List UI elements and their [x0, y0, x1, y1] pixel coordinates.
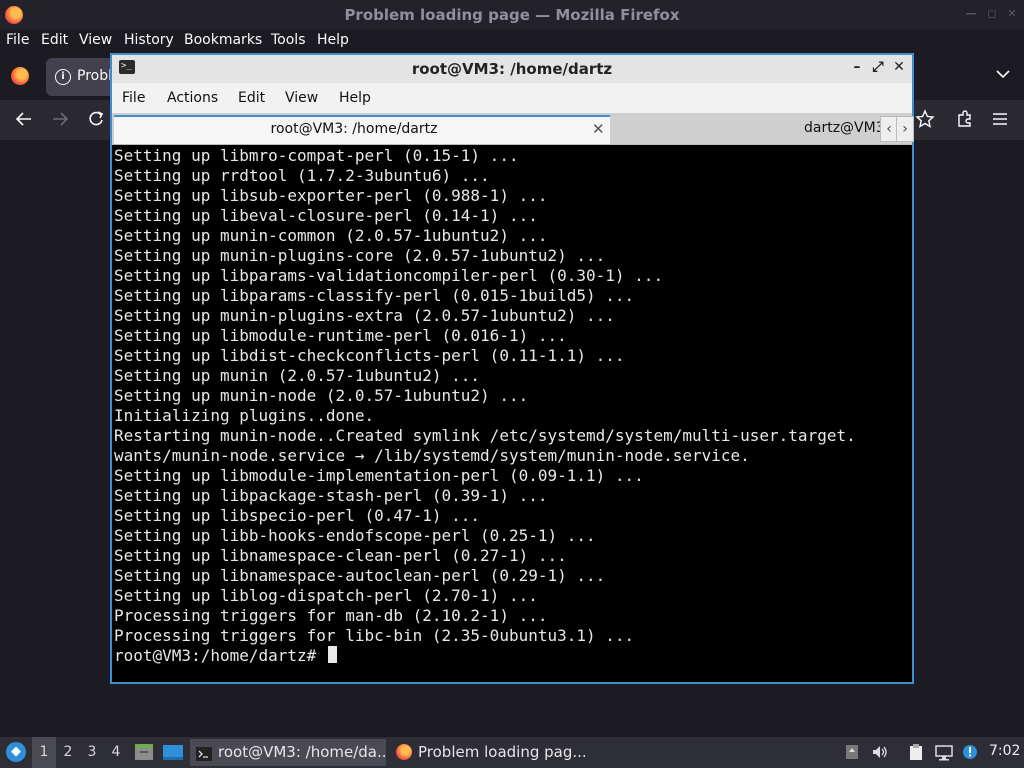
network-icon[interactable]	[935, 743, 953, 761]
volume-icon[interactable]	[871, 743, 889, 761]
terminal-line: Setting up libnamespace-autoclean-perl (…	[114, 566, 606, 585]
menu-history[interactable]: History	[124, 32, 174, 48]
terminal-line: Setting up libpackage-stash-perl (0.39-1…	[114, 486, 548, 505]
terminal-line: Processing triggers for libc-bin (2.35-0…	[114, 626, 635, 645]
terminal-line: Setting up libmodule-runtime-perl (0.016…	[114, 326, 567, 345]
terminal-close-icon[interactable]: ✕	[891, 59, 907, 75]
text-cursor	[327, 646, 337, 663]
terminal-line: Setting up munin-plugins-core (2.0.57-1u…	[114, 246, 606, 265]
terminal-menu-file[interactable]: File	[122, 90, 145, 106]
terminal-window-title: root@VM3: /home/dartz	[411, 60, 613, 78]
taskbar-terminal-label: root@VM3: /home/da...	[218, 743, 386, 761]
menu-tools[interactable]: Tools	[271, 32, 306, 48]
terminal-tab-root[interactable]: root@VM3: /home/dartz ✕	[114, 115, 610, 144]
terminal-menu-actions[interactable]: Actions	[167, 90, 218, 106]
workspace-3[interactable]: 3	[80, 737, 104, 768]
start-menu-icon[interactable]: ◆	[6, 742, 26, 762]
firefox-titlebar: Problem loading page — Mozilla Firefox —…	[0, 0, 1024, 30]
terminal-line: Processing triggers for man-db (2.10.2-1…	[114, 606, 548, 625]
terminal-line: Setting up libdist-checkconflicts-perl (…	[114, 346, 625, 365]
terminal-line: Setting up rrdtool (1.7.2-3ubuntu6) ...	[114, 166, 490, 185]
reload-icon[interactable]	[86, 109, 106, 134]
menu-help[interactable]: Help	[317, 32, 349, 48]
taskbar: ◆ 1 2 3 4 root@VM3: /home/da... Problem …	[0, 737, 1024, 768]
terminal-output[interactable]: Setting up libmro-compat-perl (0.15-1) .…	[114, 146, 910, 682]
terminal-line: Initializing plugins..done.	[114, 406, 375, 425]
terminal-line: Setting up libeval-closure-perl (0.14-1)…	[114, 206, 538, 225]
menu-file[interactable]: File	[6, 32, 29, 48]
taskbar-terminal[interactable]: root@VM3: /home/da...	[190, 739, 386, 766]
terminal-prompt-line[interactable]: root@VM3:/home/dartz#	[114, 646, 910, 666]
terminal-line: Setting up liblog-dispatch-perl (2.70-1)…	[114, 586, 538, 605]
terminal-line: Setting up libnamespace-clean-perl (0.27…	[114, 546, 567, 565]
terminal-line: Setting up libspecio-perl (0.47-1) ...	[114, 506, 481, 525]
terminal-line: Setting up munin-node (2.0.57-1ubuntu2) …	[114, 386, 529, 405]
menu-view[interactable]: View	[79, 32, 112, 48]
terminal-line: Setting up libmro-compat-perl (0.15-1) .…	[114, 146, 519, 165]
firefox-menubar: File Edit View History Bookmarks Tools H…	[0, 30, 1024, 52]
terminal-tab-label: root@VM3: /home/dartz	[270, 121, 438, 137]
extensions-icon[interactable]	[955, 109, 975, 134]
tab-scroll-right-icon[interactable]: ›	[896, 116, 914, 142]
close-icon[interactable]: ✕	[1006, 8, 1018, 20]
terminal-line: wants/munin-node.service → /lib/systemd/…	[114, 446, 750, 465]
terminal-menu-help[interactable]: Help	[339, 90, 371, 106]
minimize-icon[interactable]: —	[965, 8, 977, 20]
clipboard-icon[interactable]	[907, 743, 925, 761]
terminal-line: Restarting munin-node..Created symlink /…	[114, 426, 856, 445]
back-icon[interactable]	[14, 109, 34, 134]
terminal-menubar: File Actions Edit View Help	[112, 83, 912, 113]
terminal-line: Setting up libmodule-implementation-perl…	[114, 466, 644, 485]
firefox-task-icon	[396, 744, 412, 760]
firefox-window-title: Problem loading page — Mozilla Firefox	[344, 6, 680, 24]
list-all-tabs-chevron-icon[interactable]	[996, 67, 1010, 83]
terminal-menu-view[interactable]: View	[285, 90, 318, 106]
firefox-view-icon[interactable]	[11, 67, 29, 85]
desktop: Problem loading page — Mozilla Firefox —…	[0, 0, 1024, 768]
terminal-line: Setting up libparams-validationcompiler-…	[114, 266, 664, 285]
taskbar-firefox[interactable]: Problem loading pag...	[390, 739, 586, 766]
workspace-4[interactable]: 4	[104, 737, 128, 768]
terminal-task-icon	[196, 744, 212, 761]
shell-prompt: root@VM3:/home/dartz#	[114, 646, 326, 665]
file-manager-icon[interactable]	[134, 743, 154, 761]
terminal-menu-edit[interactable]: Edit	[238, 90, 265, 106]
tray-indicator-icon[interactable]	[843, 743, 861, 761]
terminal-tab-label: dartz@VM3: ~	[804, 120, 880, 136]
menu-edit[interactable]: Edit	[41, 32, 68, 48]
update-notifier-icon[interactable]	[961, 743, 979, 761]
terminal-line: Setting up libparams-classify-perl (0.01…	[114, 286, 635, 305]
tab-close-icon[interactable]: ✕	[592, 120, 605, 138]
terminal-line: Setting up libb-hooks-endofscope-perl (0…	[114, 526, 596, 545]
terminal-line: Setting up libsub-exporter-perl (0.988-1…	[114, 186, 548, 205]
terminal-tabbar: root@VM3: /home/dartz ✕ dartz@VM3: ~ ‹ ›	[112, 113, 914, 145]
maximize-icon[interactable]: ◻	[986, 8, 998, 20]
info-icon: i	[55, 69, 71, 85]
terminal-line: Setting up munin-common (2.0.57-1ubuntu2…	[114, 226, 548, 245]
forward-icon[interactable]	[50, 109, 70, 134]
terminal-titlebar[interactable]: >_ root@VM3: /home/dartz – ⤢ ✕	[112, 55, 912, 83]
menu-hamburger-icon[interactable]	[991, 109, 1009, 134]
terminal-line: Setting up munin (2.0.57-1ubuntu2) ...	[114, 366, 481, 385]
terminal-window: >_ root@VM3: /home/dartz – ⤢ ✕ File Acti…	[110, 53, 914, 684]
terminal-minimize-icon[interactable]: –	[849, 59, 865, 75]
terminal-tab-dartz[interactable]: dartz@VM3: ~	[612, 115, 880, 144]
bookmark-star-icon[interactable]	[915, 109, 935, 134]
workspace-1[interactable]: 1	[32, 737, 56, 768]
desktop-icon[interactable]	[162, 743, 183, 761]
terminal-line: Setting up munin-plugins-extra (2.0.57-1…	[114, 306, 615, 325]
menu-bookmarks[interactable]: Bookmarks	[184, 32, 262, 48]
terminal-maximize-icon[interactable]: ⤢	[870, 59, 886, 75]
workspace-2[interactable]: 2	[56, 737, 80, 768]
clock[interactable]: 7:02	[989, 743, 1020, 759]
taskbar-firefox-label: Problem loading pag...	[418, 743, 586, 761]
